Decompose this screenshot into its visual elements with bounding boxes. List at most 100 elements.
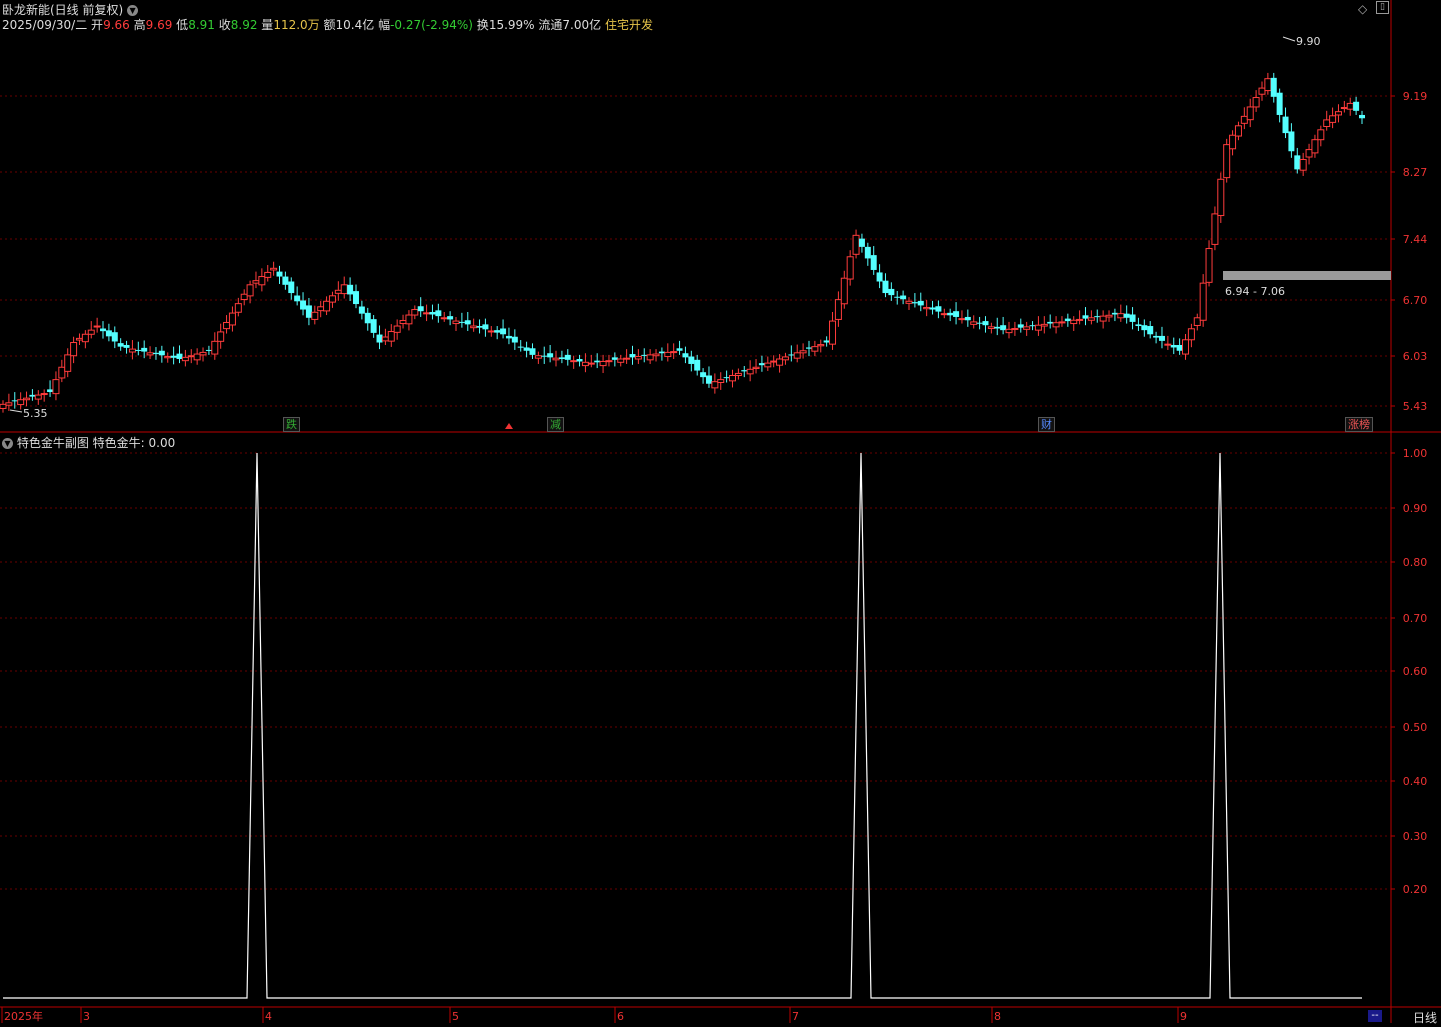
chart-canvas[interactable]: 9.19 8.27 7.44 6.70 6.03 5.43 1.00 0.90 0.80 0.70…: [0, 0, 1441, 1023]
candle-body-down: [611, 357, 618, 360]
candle-body-up: [1052, 322, 1060, 328]
candle-body-down: [417, 306, 424, 312]
candle-body-up: [1311, 139, 1319, 154]
event-mark[interactable]: 跌: [283, 417, 300, 432]
candle-body-down: [511, 336, 518, 343]
event-mark[interactable]: 财: [1038, 417, 1055, 432]
event-mark[interactable]: 减: [547, 417, 564, 432]
main-tick-label: 8.27: [1403, 166, 1428, 179]
candle-body-down: [788, 354, 795, 356]
candle-body-up: [1246, 106, 1254, 121]
candle-body-down: [929, 307, 936, 310]
chart-stage[interactable]: 9.19 8.27 7.44 6.70 6.03 5.43 1.00 0.90 0.80 0.70…: [0, 0, 1441, 1023]
candle-body-up: [1334, 111, 1342, 116]
high-marker-arrow: [1282, 36, 1296, 42]
candle-body-down: [935, 306, 942, 312]
candle-body-up: [0, 403, 7, 409]
low-label: 低: [176, 18, 189, 32]
candle-body-up: [817, 344, 825, 347]
high-label: 高: [133, 18, 146, 32]
candle-body-down: [1000, 325, 1007, 331]
candle-body-up: [1299, 158, 1307, 171]
period-label[interactable]: 日线: [1413, 1009, 1437, 1026]
candle-body-up: [664, 351, 672, 358]
candle-body-up: [1240, 115, 1248, 124]
candle-body-down: [276, 271, 283, 277]
candle-body-up: [1117, 313, 1125, 319]
candle-body-up: [1105, 314, 1113, 318]
candle-body-down: [858, 238, 865, 247]
candle-body-up: [534, 355, 542, 359]
candle-body-up: [1187, 328, 1195, 341]
candle-body-down: [688, 356, 695, 364]
candle-body-up: [323, 300, 331, 312]
candle-body-up: [1205, 248, 1213, 283]
candle-body-up: [1099, 315, 1107, 322]
candle-body-down: [105, 330, 112, 337]
candle-body-up: [328, 295, 336, 303]
candle-body-down: [123, 344, 130, 348]
candle-body-down: [141, 347, 148, 352]
window-icon[interactable]: ▯: [1376, 1, 1389, 14]
indicator-tick-label: 0.50: [1403, 721, 1428, 734]
sector-tag[interactable]: 住宅开发: [605, 18, 653, 32]
candle-body-down: [117, 343, 124, 347]
diamond-icon[interactable]: ◇: [1358, 2, 1367, 16]
candle-body-down: [1276, 92, 1283, 115]
candle-body-down: [1129, 314, 1136, 322]
candle-body-up: [1329, 115, 1337, 123]
candle-body-up: [776, 358, 784, 366]
candle-body-down: [170, 355, 177, 358]
candle-body-up: [1346, 102, 1354, 110]
candle-body-down: [358, 306, 365, 314]
candle-body-up: [1223, 144, 1231, 179]
candle-body-up: [987, 326, 995, 330]
candle-body-down: [976, 322, 983, 324]
candle-body-up: [634, 356, 642, 360]
candle-body-up: [599, 360, 607, 367]
volume-label: 量: [261, 18, 274, 32]
indicator-tick-label: 0.40: [1403, 775, 1428, 788]
dropdown-icon[interactable]: ▼: [127, 5, 139, 16]
candle-body-up: [605, 360, 613, 363]
indicator-title[interactable]: 特色金牛副图: [17, 436, 89, 450]
candle-body-up: [164, 356, 172, 359]
candle-body-down: [305, 305, 312, 318]
candle-body-down: [1147, 326, 1154, 335]
candle-body-up: [581, 361, 589, 367]
scroll-indicator[interactable]: --: [1368, 1010, 1382, 1022]
candle-body-up: [246, 284, 254, 297]
indicator-dropdown-icon[interactable]: ▼: [2, 438, 13, 449]
candle-body-up: [270, 267, 278, 271]
candle-body-down: [294, 295, 301, 302]
float-value: 7.00亿: [562, 18, 602, 32]
candle-body-down: [953, 311, 960, 317]
candle-body-up: [17, 399, 25, 406]
indicator-tick-label: 0.30: [1403, 830, 1428, 843]
candle-body-up: [470, 325, 478, 329]
candle-body-down: [1359, 114, 1365, 119]
candle-body-down: [876, 272, 883, 282]
candle-body-down: [911, 302, 918, 304]
indicator-value-label: 特色金牛:: [92, 436, 145, 450]
candle-body-down: [805, 347, 812, 349]
candle-body-down: [500, 328, 507, 335]
candle-body-down: [288, 281, 295, 294]
candle-body-up: [852, 234, 860, 255]
candle-body-up: [128, 348, 136, 353]
candle-body-down: [1353, 101, 1360, 111]
candle-body-up: [93, 325, 101, 328]
main-tick-label: 6.70: [1403, 294, 1428, 307]
candle-body-up: [617, 358, 625, 363]
candle-body-up: [846, 256, 854, 280]
candle-body-up: [711, 381, 719, 389]
event-mark[interactable]: 涨榜: [1345, 417, 1373, 432]
candle-body-down: [364, 312, 371, 324]
candle-body-up: [1070, 319, 1078, 325]
candle-body-down: [47, 389, 54, 392]
candle-body-up: [146, 352, 154, 356]
candle-body-up: [58, 366, 66, 379]
time-tick-label: 9: [1180, 1010, 1187, 1023]
candle-body-down: [464, 320, 471, 325]
candle-body-down: [152, 352, 159, 355]
